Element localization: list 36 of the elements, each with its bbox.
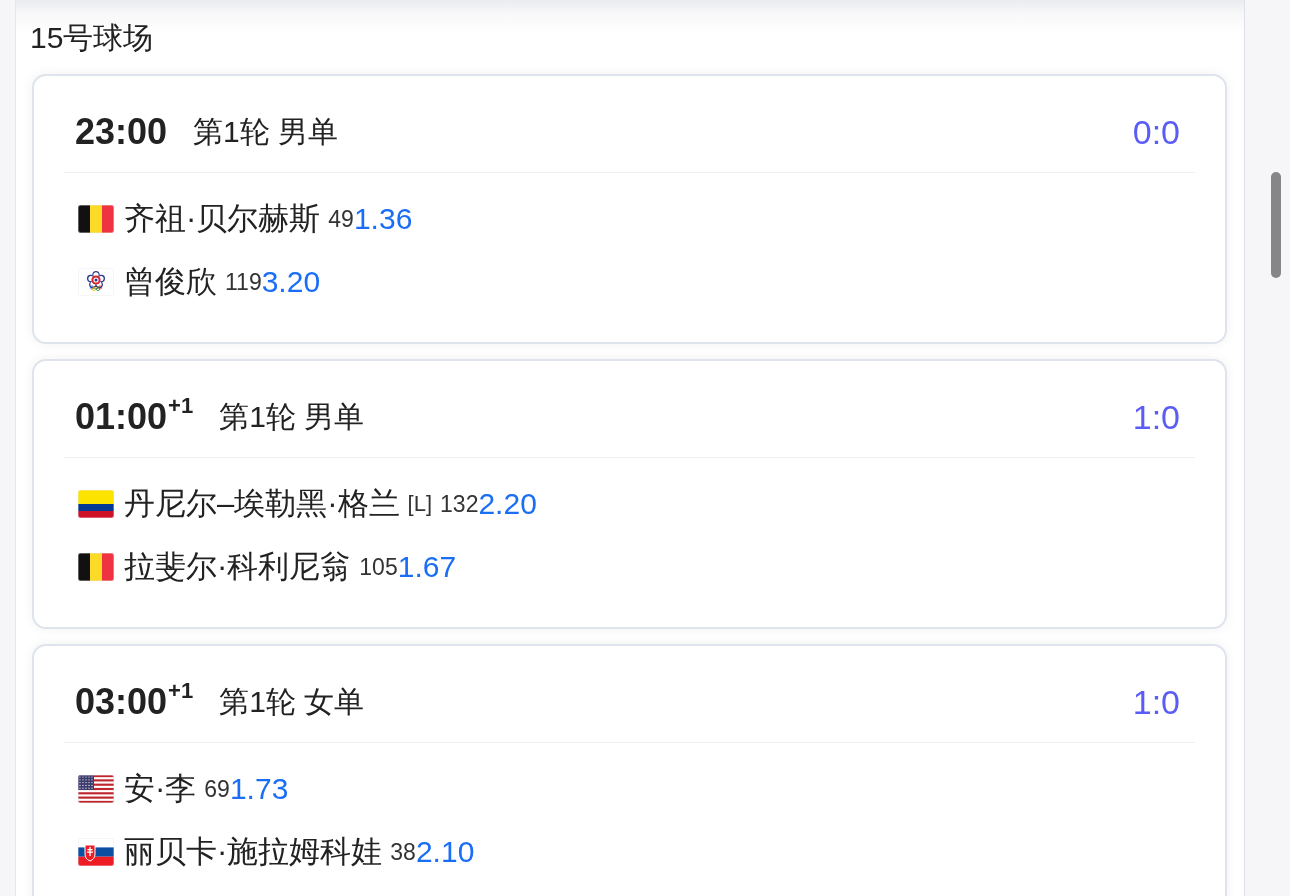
player-ranking: 49 xyxy=(328,205,354,234)
scrollbar-thumb[interactable] xyxy=(1271,172,1281,278)
match-score: 1:0 xyxy=(1132,682,1180,722)
match-time: 23:00 xyxy=(75,112,168,152)
match-time: 01:00$^{+1}$ xyxy=(75,397,194,437)
betting-odds: 3.20 xyxy=(261,264,321,300)
player-name: 曾俊欣 xyxy=(124,263,217,301)
slovakia-flag-icon xyxy=(78,838,114,866)
round-label: 第1轮 男单 xyxy=(219,399,365,435)
player-ranking: 69 xyxy=(204,775,230,804)
betting-odds: 1.36 xyxy=(353,201,413,237)
player-name: 安·李 xyxy=(124,770,197,808)
match-score: 0:0 xyxy=(1132,112,1180,152)
belgium-flag-icon xyxy=(78,205,114,233)
betting-odds: 1.67 xyxy=(397,549,457,585)
player-name: 齐祖·贝尔赫斯 xyxy=(124,200,321,238)
flower-emblem-flag-icon xyxy=(78,268,114,296)
betting-odds: 2.20 xyxy=(478,486,537,522)
player-ranking: 105 xyxy=(359,553,398,582)
betting-odds: 1.73 xyxy=(229,771,289,807)
betting-odds: 2.10 xyxy=(415,834,475,870)
entry-status: [L] xyxy=(407,490,433,518)
court-title: 15号球场 xyxy=(30,20,154,56)
player-ranking: 38 xyxy=(390,838,416,867)
round-label: 第1轮 男单 xyxy=(193,114,339,150)
player-name: 拉斐尔·科利尼翁 xyxy=(124,548,352,586)
match-time: 03:00$^{+1}$ xyxy=(75,682,194,722)
player-ranking: 132 xyxy=(440,490,479,519)
round-label: 第1轮 女单 xyxy=(219,684,365,720)
colombia-flag-icon xyxy=(78,490,114,518)
player-name: 丹尼尔–埃勒黑·格兰 xyxy=(124,485,400,523)
player-name: 丽贝卡·施拉姆科娃 xyxy=(124,833,383,871)
usa-flag-icon xyxy=(78,775,114,803)
match-score: 1:0 xyxy=(1132,397,1180,437)
player-ranking: 119 xyxy=(225,268,262,297)
belgium-flag-icon xyxy=(78,553,114,581)
